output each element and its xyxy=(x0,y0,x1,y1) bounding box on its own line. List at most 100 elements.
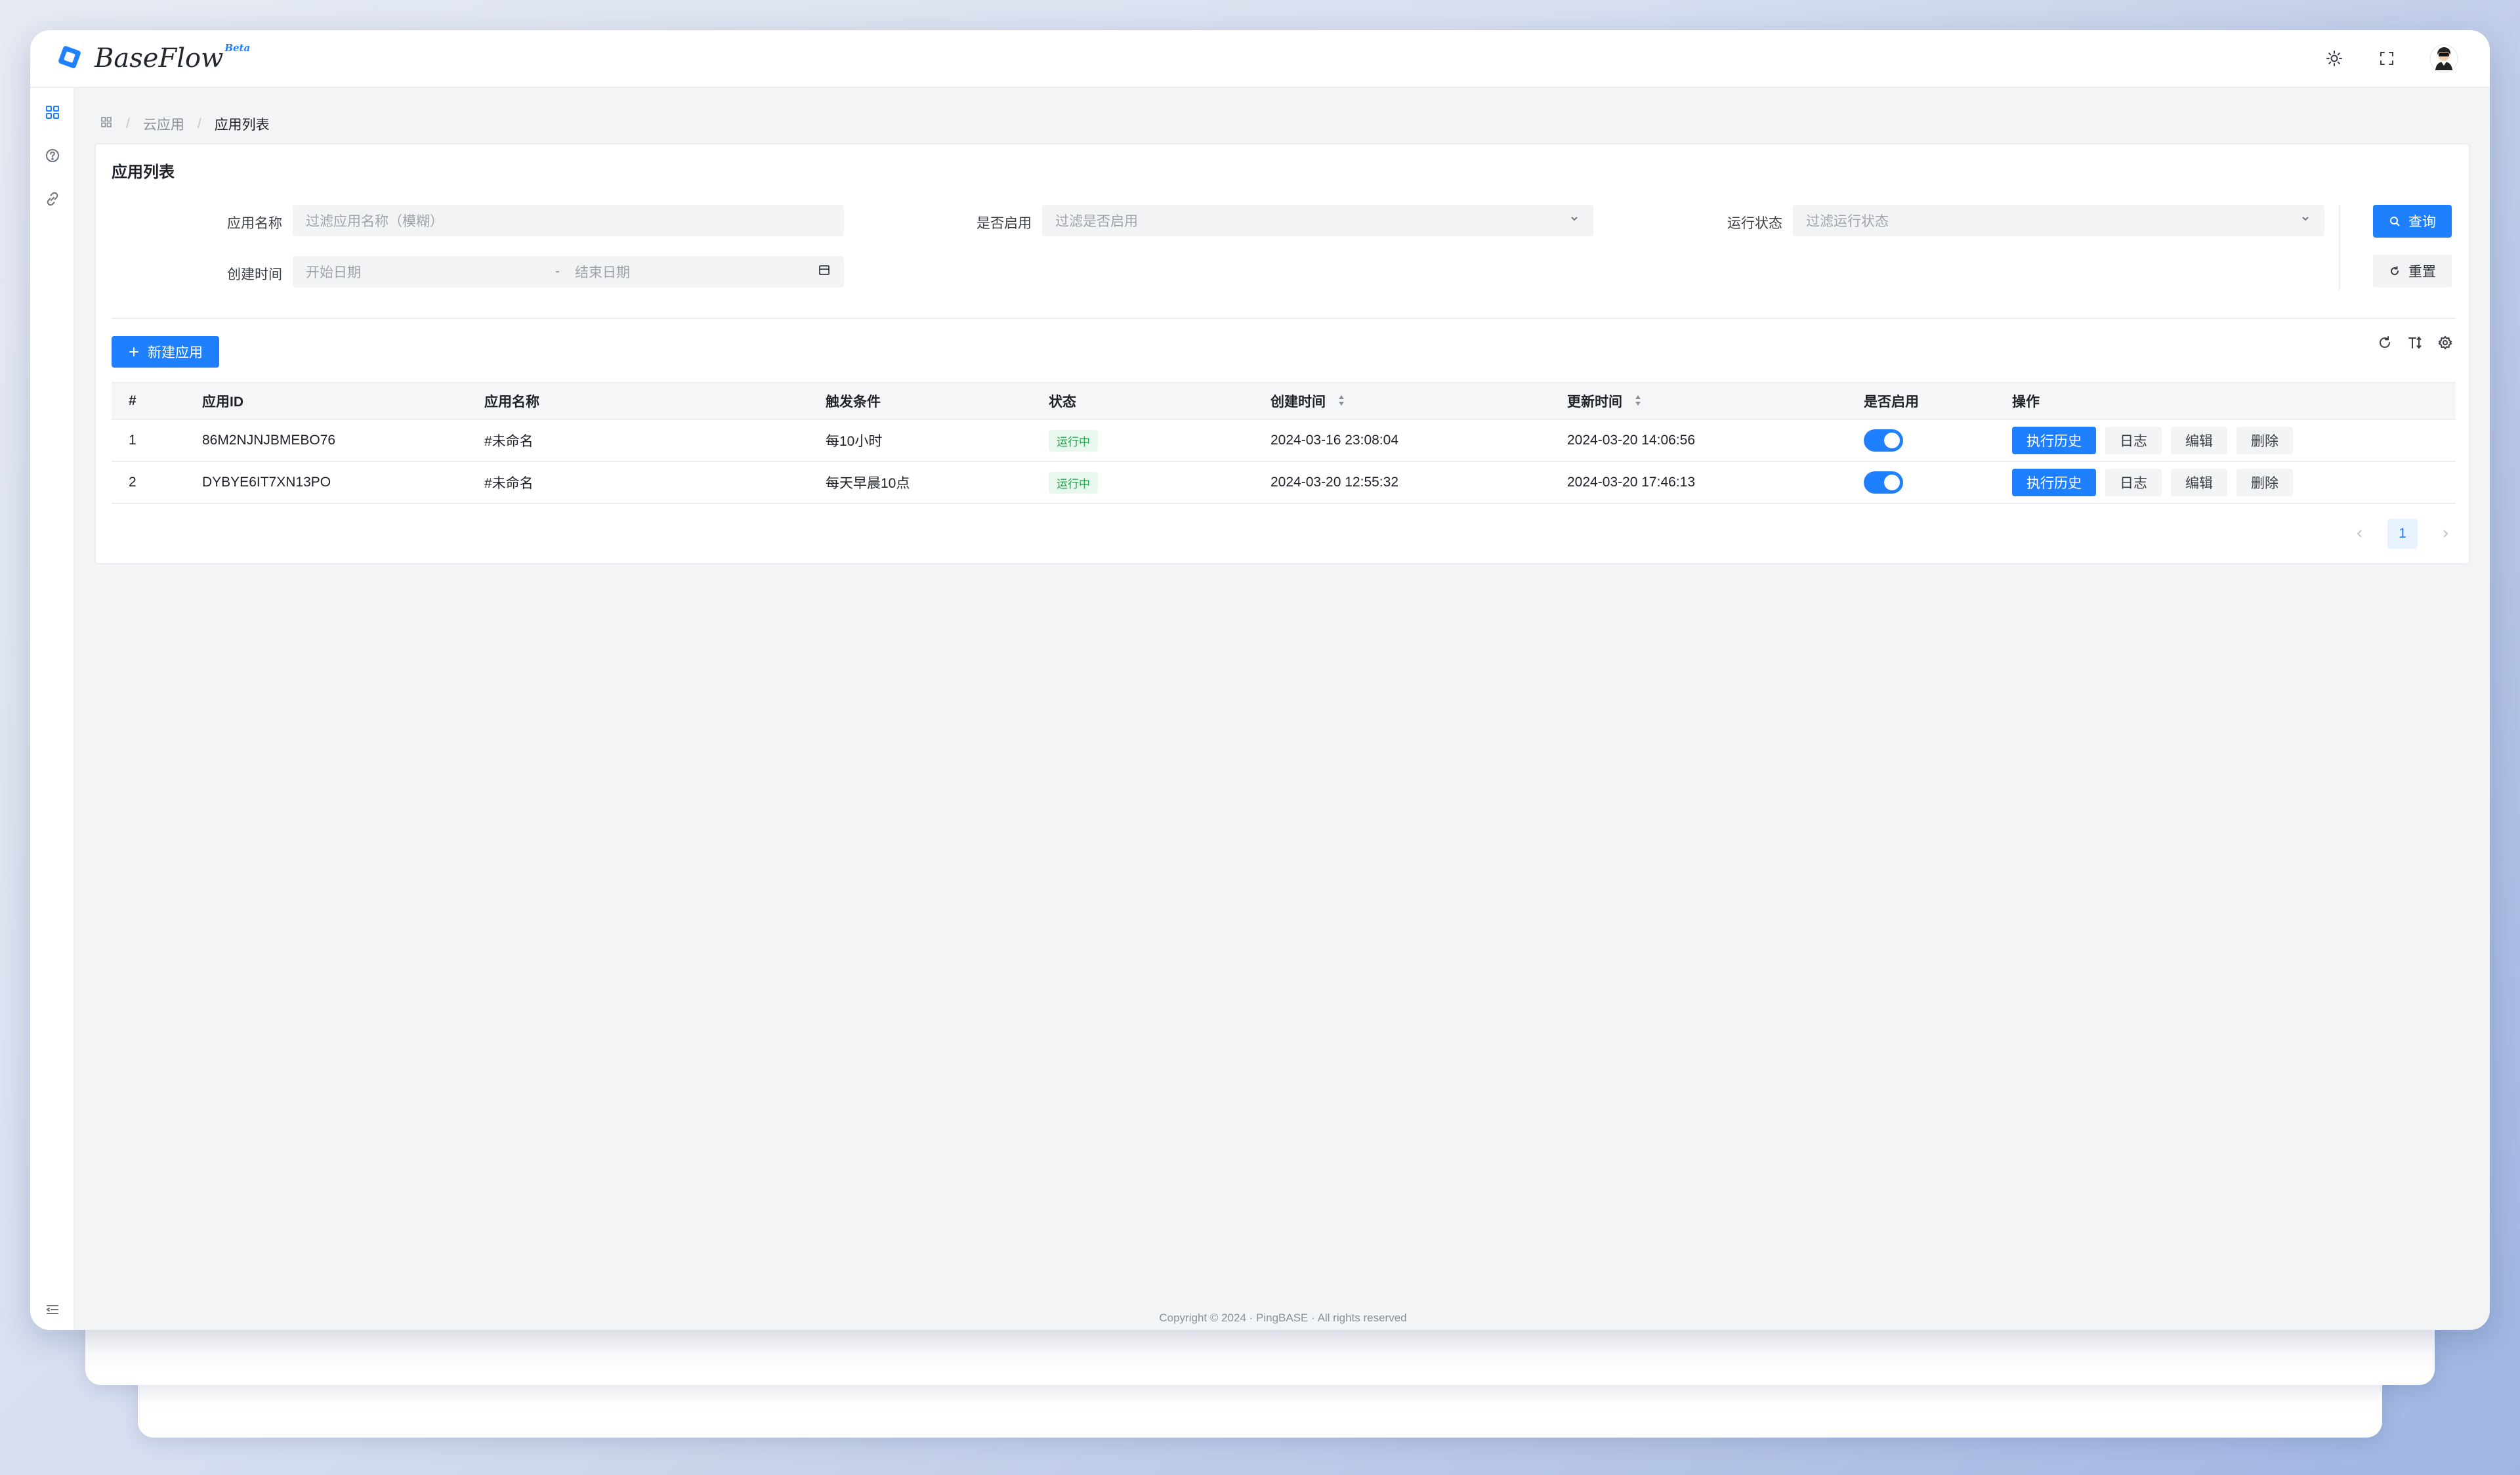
log-button[interactable]: 日志 xyxy=(2105,427,2162,454)
app-table: # 应用ID 应用名称 触发条件 状态 创建时间 更新时间 是否启用 操作 1 … xyxy=(112,382,2456,504)
filter-created-label: 创建时间 xyxy=(227,267,282,282)
main-content: / 云应用 / 应用列表 应用列表 应用名称 过滤应用名称（模糊） 是否启用 过… xyxy=(76,88,2490,1330)
row-app-name: #未命名 xyxy=(484,476,534,491)
col-updated-label: 更新时间 xyxy=(1567,394,1622,410)
row-app-id: DYBYE6IT7XN13PO xyxy=(202,475,331,490)
logo-name: BaseFlow xyxy=(94,43,224,74)
filter-status-placeholder: 过滤运行状态 xyxy=(1806,214,1889,229)
filter-enabled-label: 是否启用 xyxy=(976,216,1032,231)
refresh-icon[interactable] xyxy=(2376,333,2394,352)
row-status: 运行中 xyxy=(1032,461,1253,503)
section-divider xyxy=(112,318,2456,319)
toggle-knob xyxy=(1884,433,1900,448)
filter-enabled-placeholder: 过滤是否启用 xyxy=(1055,214,1138,229)
status-badge: 运行中 xyxy=(1049,471,1098,494)
breadcrumb-item-app-list: 应用列表 xyxy=(214,118,270,133)
row-trigger: 每10小时 xyxy=(826,434,883,449)
col-updated[interactable]: 更新时间 xyxy=(1550,382,1847,420)
breadcrumb-separator: / xyxy=(126,116,130,131)
breadcrumb-home-icon[interactable] xyxy=(100,116,113,133)
table-header: # 应用ID 应用名称 触发条件 状态 创建时间 更新时间 是否启用 操作 xyxy=(112,382,2456,420)
menu-collapse-icon[interactable] xyxy=(41,1298,64,1321)
next-page-icon[interactable] xyxy=(2436,524,2454,543)
delete-button[interactable]: 删除 xyxy=(2236,427,2293,454)
page-number-current[interactable]: 1 xyxy=(2387,519,2418,549)
col-created[interactable]: 创建时间 xyxy=(1253,382,1550,420)
toggle-knob xyxy=(1884,475,1900,490)
reset-icon xyxy=(2391,266,2399,276)
filter-status-select[interactable]: 过滤运行状态 xyxy=(1793,205,2324,236)
reset-button[interactable]: 重置 xyxy=(2373,255,2452,288)
row-updated: 2024-03-20 14:06:56 xyxy=(1567,433,1695,448)
delete-button[interactable]: 删除 xyxy=(2236,469,2293,496)
col-actions: 操作 xyxy=(1995,382,2456,420)
row-updated: 2024-03-20 17:46:13 xyxy=(1567,475,1695,490)
date-range-separator: - xyxy=(555,264,560,279)
row-index: 2 xyxy=(129,475,136,490)
status-badge: 运行中 xyxy=(1049,429,1098,452)
log-button[interactable]: 日志 xyxy=(2105,469,2162,496)
breadcrumb: / 云应用 / 应用列表 xyxy=(100,114,270,134)
date-end-placeholder: 结束日期 xyxy=(575,265,630,280)
help-circle-icon[interactable] xyxy=(41,144,64,167)
edit-button[interactable]: 编辑 xyxy=(2171,427,2227,454)
row-app-name: #未命名 xyxy=(484,434,534,449)
top-actions xyxy=(2323,43,2460,74)
enabled-toggle[interactable] xyxy=(1864,471,1903,494)
panel-title: 应用列表 xyxy=(112,163,175,181)
calendar-icon xyxy=(818,263,831,280)
filter-divider xyxy=(2339,205,2340,290)
app-list-panel: 应用列表 应用名称 过滤应用名称（模糊） 是否启用 过滤是否启用 运行状态 过滤… xyxy=(94,143,2470,565)
query-button-label: 查询 xyxy=(2408,215,2436,230)
top-bar: BaseFlow Beta xyxy=(30,30,2490,88)
settings-icon[interactable] xyxy=(2436,333,2454,352)
fullscreen-icon[interactable] xyxy=(2376,47,2398,70)
prev-page-icon[interactable] xyxy=(2351,524,2369,543)
chevron-down-icon xyxy=(2300,213,2311,228)
filter-enabled-select[interactable]: 过滤是否启用 xyxy=(1042,205,1593,236)
query-button[interactable]: 查询 xyxy=(2373,205,2452,238)
footer-copyright: Copyright © 2024 · PingBASE · All rights… xyxy=(1159,1312,1407,1324)
row-index: 1 xyxy=(129,433,136,448)
pagination: 1 xyxy=(2351,519,2454,549)
col-index: # xyxy=(112,382,185,420)
col-status: 状态 xyxy=(1032,382,1253,420)
row-created: 2024-03-16 23:08:04 xyxy=(1270,433,1398,448)
row-enabled xyxy=(1847,419,1995,461)
row-actions: 执行历史 日志 编辑 删除 xyxy=(1995,461,2456,503)
user-avatar[interactable] xyxy=(2428,43,2460,74)
reset-button-label: 重置 xyxy=(2408,265,2436,280)
new-app-button[interactable]: 新建应用 xyxy=(112,336,219,368)
chevron-down-icon xyxy=(1568,213,1580,228)
plus-icon xyxy=(129,347,138,356)
filter-name-input[interactable]: 过滤应用名称（模糊） xyxy=(293,205,844,236)
breadcrumb-separator: / xyxy=(197,116,201,131)
date-start-placeholder: 开始日期 xyxy=(306,265,361,280)
row-enabled xyxy=(1847,461,1995,503)
sidebar xyxy=(30,88,75,1330)
filter-name-label: 应用名称 xyxy=(227,216,282,231)
logo-beta-badge: Beta xyxy=(224,42,251,54)
density-icon[interactable] xyxy=(2406,333,2424,352)
breadcrumb-item-cloud-apps[interactable]: 云应用 xyxy=(143,114,184,134)
link-icon[interactable] xyxy=(41,188,64,210)
row-created: 2024-03-20 12:55:32 xyxy=(1270,475,1398,490)
col-enabled: 是否启用 xyxy=(1847,382,1995,420)
edit-button[interactable]: 编辑 xyxy=(2171,469,2227,496)
dashboard-icon[interactable] xyxy=(41,101,64,123)
table-tools xyxy=(2376,333,2454,352)
row-actions: 执行历史 日志 编辑 删除 xyxy=(1995,419,2456,461)
sort-icon[interactable] xyxy=(1337,394,1345,411)
filter-date-range[interactable]: 开始日期 - 结束日期 xyxy=(293,256,844,288)
sort-icon[interactable] xyxy=(1634,394,1642,411)
enabled-toggle[interactable] xyxy=(1864,429,1903,452)
sun-icon[interactable] xyxy=(2323,47,2345,70)
history-button[interactable]: 执行历史 xyxy=(2012,469,2096,496)
search-icon xyxy=(2390,217,2400,226)
filter-status-label: 运行状态 xyxy=(1727,216,1782,231)
filter-name-placeholder: 过滤应用名称（模糊） xyxy=(306,214,444,229)
history-button[interactable]: 执行历史 xyxy=(2012,427,2096,454)
row-app-id: 86M2NJNJBMEBO76 xyxy=(202,433,336,448)
logo[interactable]: BaseFlow Beta xyxy=(55,42,251,75)
col-app-id: 应用ID xyxy=(185,382,467,420)
